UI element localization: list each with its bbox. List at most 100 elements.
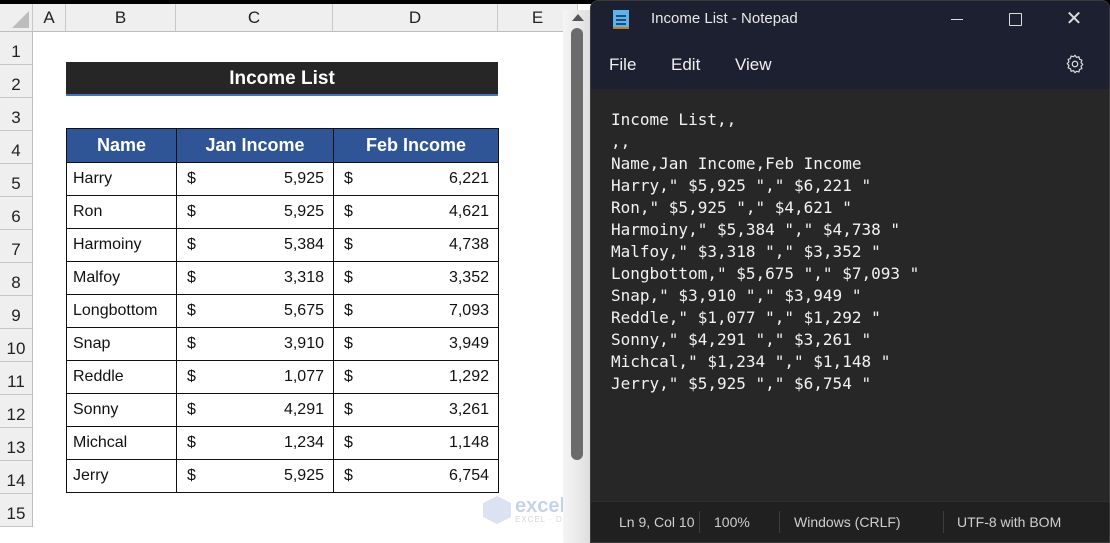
row-header-1[interactable]: 1 [0,32,33,65]
cursor-position: Ln 9, Col 10 [619,514,695,530]
row-header-6[interactable]: 6 [0,197,33,230]
exceldemy-logo-icon [483,496,511,524]
cell-jan-income[interactable]: $5,675 [176,294,334,328]
amount-value: 3,910 [283,335,324,352]
income-list-title[interactable]: Income List [66,62,498,96]
amount-value: 5,925 [283,203,324,220]
currency-symbol: $ [187,335,196,352]
cell-jan-income[interactable]: $5,925 [176,195,334,229]
currency-symbol: $ [344,434,353,451]
currency-symbol: $ [344,203,353,220]
cell-jan-income[interactable]: $5,384 [176,228,334,262]
text-line: ,, [611,132,631,151]
column-header-d[interactable]: D [333,4,498,32]
table-row: Jerry $5,925 $6,754 [66,459,499,493]
currency-symbol: $ [187,368,196,385]
row-header-8[interactable]: 8 [0,263,33,296]
cell-name[interactable]: Michcal [66,426,177,460]
close-button[interactable]: ✕ [1051,1,1097,37]
cell-feb-income[interactable]: $7,093 [333,294,499,328]
row-header-10[interactable]: 10 [0,329,33,362]
amount-value: 5,384 [283,236,324,253]
cell-feb-income[interactable]: $6,754 [333,459,499,493]
cell-jan-income[interactable]: $3,910 [176,327,334,361]
cell-name[interactable]: Ron [66,195,177,229]
row-header-15[interactable]: 15 [0,494,33,527]
scroll-up-arrow-icon[interactable] [572,14,584,21]
cell-feb-income[interactable]: $4,738 [333,228,499,262]
column-header-a[interactable]: A [33,4,66,32]
minimize-button[interactable] [934,1,980,37]
amount-value: 1,292 [448,368,489,385]
income-table: Name Jan Income Feb Income Harry $5,925 $6… [66,128,499,493]
table-row: Reddle $1,077 $1,292 [66,360,499,394]
text-line: Income List,, [611,110,737,129]
text-editor[interactable]: Income List,,,, Name,Jan Income,Feb Incom… [611,109,919,395]
menu-file[interactable]: File [609,55,636,75]
menu-view[interactable]: View [735,55,772,75]
gear-icon[interactable] [1064,53,1086,75]
menu-edit[interactable]: Edit [671,55,700,75]
cell-feb-income[interactable]: $1,292 [333,360,499,394]
cell-name[interactable]: Sonny [66,393,177,427]
cell-feb-income[interactable]: $3,261 [333,393,499,427]
cell-jan-income[interactable]: $1,234 [176,426,334,460]
maximize-button[interactable] [992,1,1038,37]
cell-name[interactable]: Jerry [66,459,177,493]
cell-name[interactable]: Harmoiny [66,228,177,262]
text-line: Michcal," $1,234 "," $1,148 " [611,352,891,371]
row-header-9[interactable]: 9 [0,296,33,329]
cell-jan-income[interactable]: $1,077 [176,360,334,394]
line-ending: Windows (CRLF) [794,514,901,530]
row-header-7[interactable]: 7 [0,230,33,263]
header-feb-income[interactable]: Feb Income [333,128,499,163]
currency-symbol: $ [187,302,196,319]
amount-value: 7,093 [448,302,489,319]
cell-name[interactable]: Snap [66,327,177,361]
cell-jan-income[interactable]: $3,318 [176,261,334,295]
scrollbar-thumb[interactable] [571,28,583,460]
row-header-4[interactable]: 4 [0,131,33,164]
currency-symbol: $ [187,236,196,253]
amount-value: 3,949 [448,335,489,352]
status-bar: Ln 9, Col 10 100% Windows (CRLF) UTF-8 w… [591,501,1109,542]
cell-feb-income[interactable]: $3,949 [333,327,499,361]
row-header-13[interactable]: 13 [0,428,33,461]
amount-value: 6,754 [448,467,489,484]
notepad-titlebar[interactable]: Income List - Notepad ✕ [591,1,1109,39]
amount-value: 6,221 [448,170,489,187]
cell-jan-income[interactable]: $5,925 [176,459,334,493]
row-header-2[interactable]: 2 [0,65,33,98]
row-header-5[interactable]: 5 [0,164,33,197]
column-header-c[interactable]: C [176,4,333,32]
text-line: Name,Jan Income,Feb Income [611,154,862,173]
row-header-11[interactable]: 11 [0,362,33,395]
cell-name[interactable]: Harry [66,162,177,196]
row-header-3[interactable]: 3 [0,98,33,131]
row-header-14[interactable]: 14 [0,461,33,494]
vertical-scrollbar[interactable] [563,10,591,543]
cell-feb-income[interactable]: $3,352 [333,261,499,295]
amount-value: 5,675 [283,302,324,319]
currency-symbol: $ [344,269,353,286]
cell-name[interactable]: Longbottom [66,294,177,328]
cell-feb-income[interactable]: $6,221 [333,162,499,196]
currency-symbol: $ [344,368,353,385]
cell-jan-income[interactable]: $4,291 [176,393,334,427]
text-line: Harry," $5,925 "," $6,221 " [611,176,872,195]
currency-symbol: $ [344,401,353,418]
column-header-b[interactable]: B [66,4,176,32]
amount-value: 3,352 [448,269,489,286]
cell-jan-income[interactable]: $5,925 [176,162,334,196]
cell-feb-income[interactable]: $4,621 [333,195,499,229]
select-all-corner[interactable] [0,4,33,32]
header-name[interactable]: Name [66,128,177,163]
cell-feb-income[interactable]: $1,148 [333,426,499,460]
row-header-12[interactable]: 12 [0,395,33,428]
cell-name[interactable]: Malfoy [66,261,177,295]
currency-symbol: $ [187,170,196,187]
text-line: Snap," $3,910 "," $3,949 " [611,286,862,305]
cell-name[interactable]: Reddle [66,360,177,394]
text-line: Jerry," $5,925 "," $6,754 " [611,374,872,393]
header-jan-income[interactable]: Jan Income [176,128,334,163]
